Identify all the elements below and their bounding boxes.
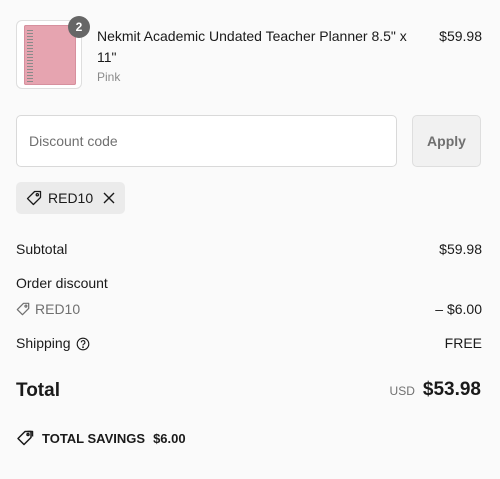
shipping-value: FREE (444, 335, 482, 351)
shipping-row: Shipping FREE (16, 335, 482, 351)
total-currency: USD (389, 384, 415, 398)
discount-code-input[interactable] (16, 115, 397, 167)
order-discount-row: Order discount (16, 275, 482, 291)
discount-value: – $6.00 (435, 301, 482, 317)
planner-image (24, 25, 76, 85)
apply-button[interactable]: Apply (412, 115, 481, 167)
product-thumbnail: 2 (16, 16, 90, 89)
shipping-label: Shipping (16, 335, 71, 351)
total-label: Total (16, 380, 60, 401)
applied-code-label: RED10 (48, 190, 94, 206)
savings-value: $6.00 (153, 430, 186, 446)
product-name: Nekmit Academic Undated Teacher Planner … (97, 28, 407, 65)
savings-label: TOTAL SAVINGS (42, 430, 146, 446)
tag-icon (16, 302, 30, 316)
discount-code-label: RED10 (35, 301, 81, 317)
subtotal-label: Subtotal (16, 241, 68, 257)
total-value: USD $53.98 (390, 379, 481, 401)
subtotal-value: $59.98 (439, 241, 482, 257)
tag-icon (26, 190, 42, 206)
spiral-binding (27, 30, 33, 82)
total-savings: TOTAL SAVINGS $6.00 (16, 430, 186, 446)
question-circle-icon[interactable] (76, 337, 90, 351)
discount-code: RED10 (16, 301, 482, 317)
discount-code-row: RED10 – $6.00 (16, 301, 482, 317)
subtotal-row: Subtotal $59.98 (16, 241, 482, 257)
order-discount-label: Order discount (16, 275, 108, 291)
product-variant: Pink (97, 70, 121, 84)
quantity-badge: 2 (68, 16, 90, 38)
double-tag-icon (16, 430, 34, 446)
order-summary: 2 Nekmit Academic Undated Teacher Planne… (0, 0, 500, 479)
applied-discount-chip: RED10 (16, 182, 126, 214)
product-price: $59.98 (439, 28, 482, 44)
close-icon[interactable] (103, 192, 115, 204)
total-amount: $53.98 (422, 379, 481, 400)
line-item: 2 Nekmit Academic Undated Teacher Planne… (16, 16, 482, 90)
